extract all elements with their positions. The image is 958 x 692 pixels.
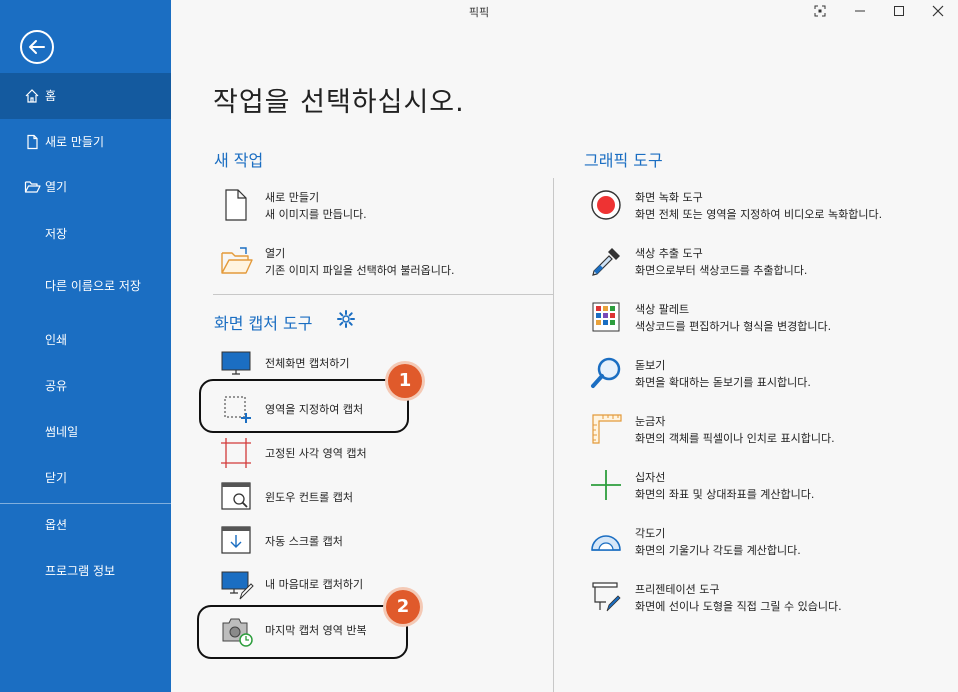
item-desc: 화면에 선이나 도형을 직접 그릴 수 있습니다.: [635, 600, 842, 613]
open-folder-icon: [220, 244, 254, 278]
item-desc: 화면을 확대하는 돋보기를 표시합니다.: [635, 376, 811, 389]
graphic-tool-presentation[interactable]: 프리젠테이션 도구 화면에 선이나 도형을 직접 그릴 수 있습니다.: [590, 580, 950, 618]
item-desc: 화면의 객체를 픽셀이나 인치로 표시합니다.: [635, 432, 835, 445]
item-title: 화면 녹화 도구: [635, 191, 703, 204]
item-title: 돋보기: [635, 359, 666, 372]
graphic-tool-ruler[interactable]: 눈금자 화면의 객체를 픽셀이나 인치로 표시합니다.: [590, 412, 950, 450]
item-title: 각도기: [635, 527, 666, 540]
sidebar-item-save-as[interactable]: 다른 이름으로 저장: [0, 264, 171, 308]
item-desc: 기존 이미지 파일을 선택하여 불러옵니다.: [265, 264, 455, 277]
annotation-badge: 2: [386, 590, 420, 624]
capture-auto-scroll-item[interactable]: 자동 스크롤 캡처: [220, 525, 480, 557]
capture-item-label: 내 마음대로 캡처하기: [265, 578, 364, 591]
sidebar-item-label: 홈: [45, 89, 57, 103]
capture-item-label: 윈도우 컨트롤 캡처: [265, 491, 353, 504]
graphic-tool-color-picker[interactable]: 색상 추출 도구 화면으로부터 색상코드를 추출합니다.: [590, 244, 950, 282]
gear-icon[interactable]: [336, 309, 356, 329]
back-button[interactable]: [20, 30, 54, 64]
item-title: 프리젠테이션 도구: [635, 583, 720, 596]
sidebar-item-label: 공유: [45, 379, 68, 393]
item-desc: 화면으로부터 색상코드를 추출합니다.: [635, 264, 808, 277]
sidebar-item-label: 새로 만들기: [45, 135, 105, 149]
highlight-box: [197, 605, 408, 659]
graphic-tool-color-palette[interactable]: 색상 팔레트 색상코드를 편집하거나 형식을 변경합니다.: [590, 300, 950, 338]
section-title-new-task: 새 작업: [214, 151, 264, 170]
sidebar-item-label: 열기: [45, 180, 68, 194]
item-title: 열기: [265, 247, 286, 260]
capture-item-label: 자동 스크롤 캡처: [265, 535, 343, 548]
section-title-capture-tools: 화면 캡처 도구: [214, 314, 313, 333]
sidebar-item-label: 옵션: [45, 518, 68, 532]
item-title: 새로 만들기: [265, 191, 320, 204]
new-file-item[interactable]: 새로 만들기 새 이미지를 만듭니다.: [220, 188, 540, 226]
sidebar-item-label: 썸네일: [45, 425, 79, 439]
arrow-left-icon: [29, 40, 45, 54]
section-divider: [213, 294, 553, 295]
item-title: 눈금자: [635, 415, 666, 428]
sidebar-item-share[interactable]: 공유: [0, 364, 171, 408]
crosshair-icon: [590, 468, 624, 502]
protractor-icon: [590, 524, 624, 558]
folder-open-icon: [24, 179, 42, 195]
maximize-icon[interactable]: [887, 2, 911, 20]
item-title: 색상 추출 도구: [635, 247, 703, 260]
highlight-box: [199, 379, 409, 433]
sidebar-item-print[interactable]: 인쇄: [0, 318, 171, 362]
sidebar-item-label: 닫기: [45, 471, 68, 485]
eyedropper-icon: [590, 244, 624, 278]
sidebar-item-close[interactable]: 닫기: [0, 456, 171, 500]
column-divider: [553, 178, 554, 692]
file-icon: [24, 134, 42, 150]
capture-window-control-item[interactable]: 윈도우 컨트롤 캡처: [220, 481, 480, 513]
palette-grid-icon: [590, 300, 624, 334]
fixed-rect-icon: [220, 437, 254, 471]
item-title: 색상 팔레트: [635, 303, 690, 316]
sidebar-item-about[interactable]: 프로그램 정보: [0, 549, 171, 593]
item-title: 십자선: [635, 471, 666, 484]
sidebar-item-thumbnail[interactable]: 썸네일: [0, 410, 171, 454]
sidebar: 홈 새로 만들기 열기 저장 다른 이름으로 저장 인쇄 공유 썸네일 닫기 옵…: [0, 0, 171, 692]
home-icon: [24, 88, 42, 104]
sidebar-item-label: 프로그램 정보: [45, 564, 116, 578]
graphic-tool-screen-record[interactable]: 화면 녹화 도구 화면 전체 또는 영역을 지정하여 비디오로 녹화합니다.: [590, 188, 950, 226]
magnifier-icon: [590, 356, 624, 390]
monitor-icon: [220, 349, 254, 383]
graphic-tool-protractor[interactable]: 각도기 화면의 기울기나 각도를 계산합니다.: [590, 524, 950, 562]
item-desc: 화면의 좌표 및 상대좌표를 계산합니다.: [635, 488, 815, 501]
sidebar-item-new[interactable]: 새로 만들기: [0, 120, 171, 164]
ruler-icon: [590, 412, 624, 446]
graphic-tool-crosshair[interactable]: 십자선 화면의 좌표 및 상대좌표를 계산합니다.: [590, 468, 950, 506]
item-desc: 색상코드를 편집하거나 형식을 변경합니다.: [635, 320, 832, 333]
presentation-board-icon: [590, 580, 624, 614]
capture-freehand-item[interactable]: 내 마음대로 캡처하기: [220, 569, 480, 601]
item-desc: 화면의 기울기나 각도를 계산합니다.: [635, 544, 801, 557]
sidebar-item-label: 다른 이름으로 저장: [45, 279, 141, 293]
minimize-icon[interactable]: [848, 2, 872, 20]
scroll-capture-icon: [220, 525, 254, 559]
capture-icon[interactable]: [808, 2, 832, 20]
open-file-item[interactable]: 열기 기존 이미지 파일을 선택하여 불러옵니다.: [220, 244, 540, 282]
close-icon[interactable]: [926, 2, 950, 20]
capture-fullscreen-item[interactable]: 전체화면 캡처하기: [220, 349, 520, 379]
capture-item-label: 전체화면 캡처하기: [265, 357, 350, 370]
capture-item-label: 고정된 사각 영역 캡처: [265, 447, 367, 460]
annotation-badge: 1: [388, 364, 422, 398]
record-icon: [590, 188, 624, 222]
sidebar-item-save[interactable]: 저장: [0, 212, 171, 256]
sidebar-item-options[interactable]: 옵션: [0, 503, 171, 547]
graphic-tool-magnifier[interactable]: 돋보기 화면을 확대하는 돋보기를 표시합니다.: [590, 356, 950, 394]
sidebar-item-home[interactable]: 홈: [0, 73, 171, 119]
freehand-monitor-icon: [220, 569, 254, 603]
blank-file-icon: [220, 188, 254, 222]
sidebar-item-label: 인쇄: [45, 333, 68, 347]
sidebar-item-label: 저장: [45, 227, 68, 241]
capture-fixed-rect-item[interactable]: 고정된 사각 영역 캡처: [220, 437, 480, 469]
section-title-graphic-tools: 그래픽 도구: [584, 151, 663, 170]
sidebar-item-open[interactable]: 열기: [0, 166, 171, 210]
item-desc: 화면 전체 또는 영역을 지정하여 비디오로 녹화합니다.: [635, 208, 883, 221]
page-title: 작업을 선택하십시오.: [213, 87, 465, 118]
window-search-icon: [220, 481, 254, 515]
item-desc: 새 이미지를 만듭니다.: [265, 208, 367, 221]
